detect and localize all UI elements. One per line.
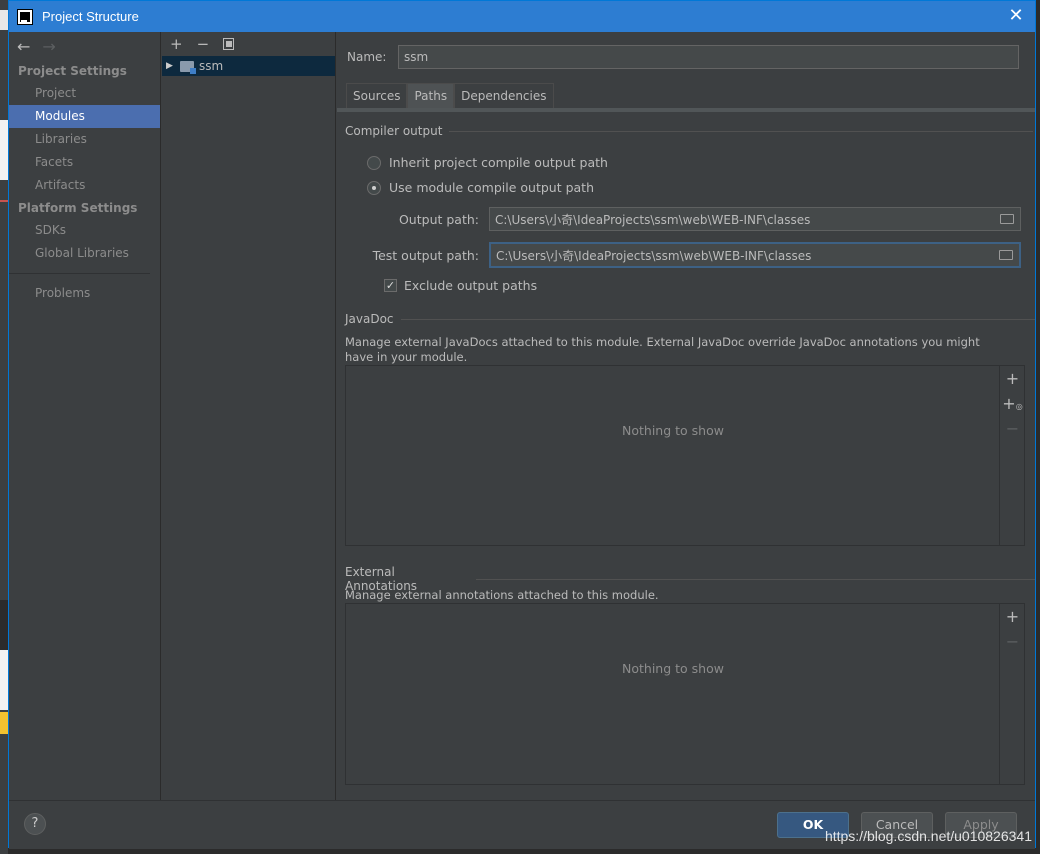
external-annotations-list[interactable]: Nothing to show + − [345, 603, 1025, 785]
remove-module-icon[interactable]: − [197, 35, 210, 53]
javadoc-description: Manage external JavaDocs attached to thi… [345, 335, 980, 364]
inherit-output-radio-row[interactable]: Inherit project compile output path [367, 155, 608, 170]
add-module-icon[interactable]: + [170, 35, 183, 53]
nav-arrows: ← → [9, 32, 160, 60]
annotations-empty-text: Nothing to show [622, 661, 724, 676]
nav-item-artifacts[interactable]: Artifacts [9, 174, 160, 197]
settings-nav: ← → Project Settings Project Modules Lib… [9, 32, 161, 800]
remove-annotation-icon[interactable]: − [1000, 629, 1025, 654]
nav-item-project[interactable]: Project [9, 82, 160, 105]
nav-item-problems[interactable]: Problems [9, 282, 160, 305]
exclude-output-label: Exclude output paths [404, 278, 538, 293]
tab-paths[interactable]: Paths [407, 83, 455, 108]
javadoc-title: JavaDoc [345, 312, 394, 326]
tab-underline [337, 108, 1035, 112]
module-folder-icon [180, 60, 196, 74]
name-row: Name: ssm [347, 45, 1019, 69]
output-path-value: C:\Users\小奇\IdeaProjects\ssm\web\WEB-INF… [495, 212, 811, 227]
test-output-path-row: Test output path: C:\Users\小奇\IdeaProjec… [347, 242, 1021, 268]
intellij-app-icon [17, 8, 33, 25]
compiler-output-section: Compiler output [345, 124, 1034, 138]
module-tree-panel: + − ▶ ssm [162, 32, 336, 800]
test-output-path-input[interactable]: C:\Users\小奇\IdeaProjects\ssm\web\WEB-INF… [489, 242, 1021, 268]
output-path-input[interactable]: C:\Users\小奇\IdeaProjects\ssm\web\WEB-INF… [489, 207, 1021, 231]
nav-item-facets[interactable]: Facets [9, 151, 160, 174]
module-name-label: ssm [199, 59, 224, 73]
help-button[interactable]: ? [24, 813, 46, 835]
inherit-output-radio[interactable] [367, 155, 381, 170]
browse-folder-icon[interactable] [1000, 214, 1014, 224]
tab-sources[interactable]: Sources [346, 83, 408, 108]
nav-item-global-libraries[interactable]: Global Libraries [9, 242, 160, 265]
nav-item-modules[interactable]: Modules [9, 105, 160, 128]
expand-arrow-icon[interactable]: ▶ [166, 61, 180, 71]
name-label: Name: [347, 50, 387, 64]
javadoc-list-toolbar: + +◎ − [999, 366, 1024, 545]
test-output-path-label: Test output path: [372, 247, 479, 263]
external-annotations-description: Manage external annotations attached to … [345, 588, 659, 602]
output-path-label: Output path: [398, 211, 479, 227]
nav-item-sdks[interactable]: SDKs [9, 219, 160, 242]
exclude-output-checkbox[interactable]: ✓ [384, 279, 397, 292]
module-tabs: Sources Paths Dependencies [346, 83, 554, 108]
remove-javadoc-icon[interactable]: − [1000, 416, 1025, 441]
tree-toolbar: + − [162, 32, 335, 56]
module-output-radio-row[interactable]: Use module compile output path [367, 180, 594, 195]
javadoc-list[interactable]: Nothing to show + +◎ − [345, 365, 1025, 546]
module-output-label: Use module compile output path [389, 180, 595, 195]
tree-row-ssm[interactable]: ▶ ssm [162, 56, 335, 76]
module-output-radio[interactable] [367, 180, 381, 195]
inherit-output-label: Inherit project compile output path [389, 155, 608, 170]
watermark-text: https://blog.csdn.net/u010826341 [824, 828, 1032, 844]
test-output-path-value: C:\Users\小奇\IdeaProjects\ssm\web\WEB-INF… [496, 248, 812, 263]
browse-folder-icon[interactable] [999, 250, 1013, 260]
nav-divider [9, 273, 150, 274]
forward-arrow-icon[interactable]: → [42, 37, 55, 56]
compiler-output-title: Compiler output [345, 124, 443, 138]
title-bar: Project Structure ✕ [9, 1, 1035, 32]
javadoc-empty-text: Nothing to show [622, 423, 724, 438]
add-annotation-icon[interactable]: + [1000, 604, 1025, 629]
close-button[interactable]: ✕ [1003, 4, 1029, 28]
exclude-output-row[interactable]: ✓ Exclude output paths [384, 278, 537, 293]
back-arrow-icon[interactable]: ← [17, 37, 30, 56]
nav-item-libraries[interactable]: Libraries [9, 128, 160, 151]
project-structure-dialog: Project Structure ✕ ← → Project Settings… [8, 0, 1036, 849]
tab-dependencies[interactable]: Dependencies [454, 83, 554, 108]
module-settings-panel: Name: ssm Sources Paths Dependencies Com… [337, 32, 1035, 800]
project-settings-header: Project Settings [18, 64, 127, 78]
module-name-input[interactable]: ssm [398, 45, 1019, 69]
platform-settings-header: Platform Settings [18, 201, 138, 215]
copy-module-icon[interactable] [223, 38, 235, 50]
add-javadoc-url-icon[interactable]: +◎ [1000, 391, 1025, 416]
javadoc-section: JavaDoc [345, 312, 1035, 326]
output-path-row: Output path: C:\Users\小奇\IdeaProjects\ss… [347, 207, 1021, 231]
background-window-strip [0, 0, 8, 854]
add-javadoc-icon[interactable]: + [1000, 366, 1025, 391]
window-title: Project Structure [42, 9, 139, 24]
annotations-list-toolbar: + − [999, 604, 1024, 784]
